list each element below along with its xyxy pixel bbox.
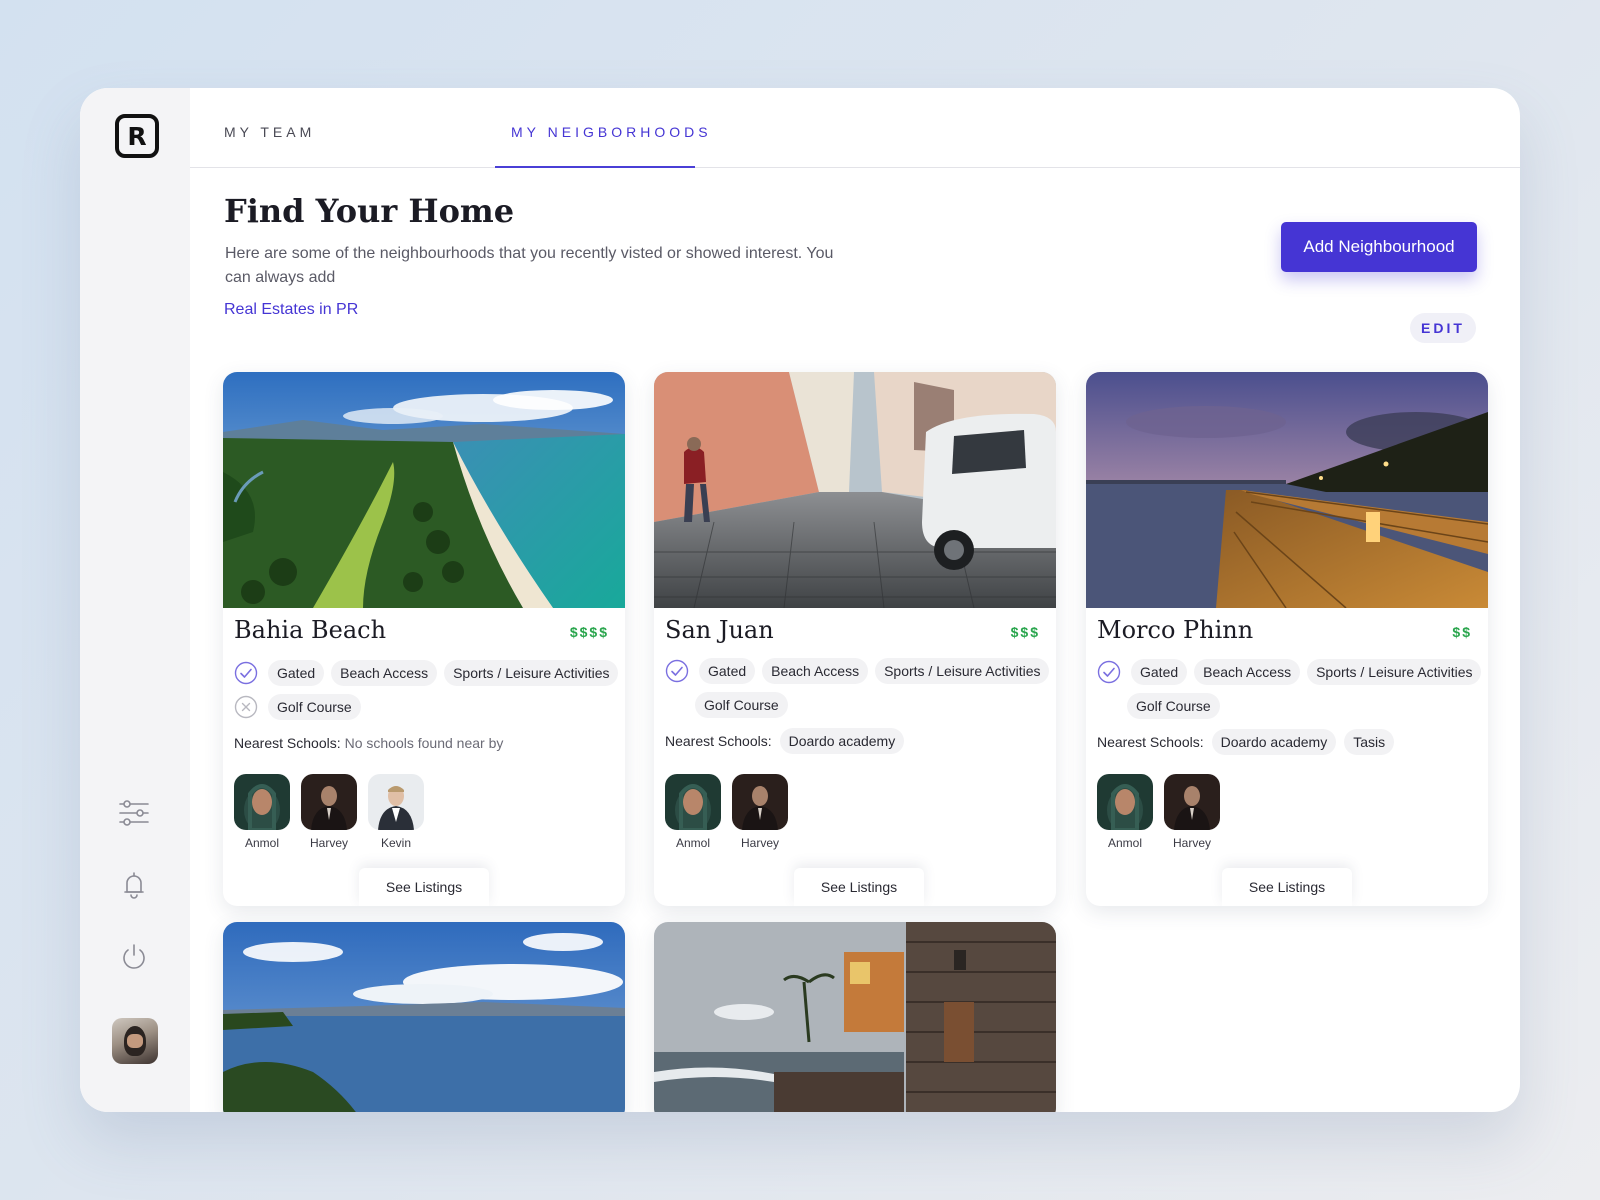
price-level: $$: [1452, 624, 1472, 640]
agent[interactable]: Harvey: [301, 774, 357, 850]
agent-name: Anmol: [244, 836, 279, 850]
tab-my-team[interactable]: MY TEAM: [224, 124, 315, 140]
cross-icon: [234, 695, 258, 719]
neighbourhood-card: [654, 922, 1056, 1112]
nearest-schools: Nearest Schools: No schools found near b…: [234, 735, 503, 751]
school-chip: Doardo academy: [1211, 729, 1337, 755]
agent-list: Anmol Harvey Kevin: [234, 774, 424, 850]
agent-photo-anmol: [665, 774, 721, 830]
nearest-schools: Nearest Schools: Doardo academy Tasis: [1097, 729, 1395, 755]
logo[interactable]: R: [115, 114, 159, 158]
card-image: [223, 922, 625, 1112]
amenity-chip: Beach Access: [1194, 659, 1301, 685]
page-description: Here are some of the neighbourhoods that…: [225, 245, 834, 286]
card-image: [654, 372, 1056, 608]
user-avatar[interactable]: [112, 1018, 158, 1064]
neighbourhood-card: San Juan $$$ Gated Beach Access Sports /…: [654, 372, 1056, 906]
agent-name: Harvey: [309, 836, 348, 850]
agent-name: Kevin: [380, 836, 412, 850]
sidebar: R: [80, 88, 190, 1112]
see-listings-button[interactable]: See Listings: [1222, 868, 1352, 906]
aerial-beach-golf-image: [223, 372, 625, 608]
agent[interactable]: Harvey: [732, 774, 788, 850]
bay-view-image: [223, 922, 625, 1112]
neighbourhood-card: Bahia Beach $$$$ Gated Beach Access Spor…: [223, 372, 625, 906]
real-estates-link[interactable]: Real Estates in PR: [224, 301, 358, 319]
boardwalk-sunset-image: [1086, 372, 1488, 608]
agent-list: Anmol Harvey: [1097, 774, 1220, 850]
agent-list: Anmol Harvey: [665, 774, 788, 850]
agent[interactable]: Anmol: [665, 774, 721, 850]
power-icon[interactable]: [117, 940, 151, 974]
amenity-chip: Sports / Leisure Activities: [444, 660, 619, 686]
card-title: Morco Phinn: [1097, 616, 1254, 644]
agent[interactable]: Anmol: [234, 774, 290, 850]
amenity-chip: Beach Access: [331, 660, 438, 686]
check-icon: [665, 659, 689, 683]
tab-bar: MY TEAM MY NEIGBORHOODS: [190, 88, 1520, 168]
agent[interactable]: Harvey: [1164, 774, 1220, 850]
app-window: R MY TEAM MY NEIGBORHOODS Find Your Home…: [80, 88, 1520, 1112]
schools-label: Nearest Schools:: [665, 733, 772, 749]
agent-photo-anmol: [1097, 774, 1153, 830]
amenity-chip: Gated: [1131, 659, 1188, 685]
agent-photo-harvey: [301, 774, 357, 830]
amenity-chip: Sports / Leisure Activities: [1307, 659, 1482, 685]
agent-name: Anmol: [1107, 836, 1142, 850]
agent-photo-harvey: [1164, 774, 1220, 830]
schools-label: Nearest Schools:: [234, 735, 341, 751]
amenity-chip: Beach Access: [762, 658, 869, 684]
agent[interactable]: Anmol: [1097, 774, 1153, 850]
agent[interactable]: Kevin: [368, 774, 424, 850]
amenities-row: Gated Beach Access Sports / Leisure Acti…: [665, 658, 1050, 684]
see-listings-button[interactable]: See Listings: [794, 868, 924, 906]
neighbourhood-card: Morco Phinn $$ Gated Beach Access Sports…: [1086, 372, 1488, 906]
card-image: [654, 922, 1056, 1112]
agent-name: Harvey: [740, 836, 779, 850]
edit-button[interactable]: EDIT: [1410, 313, 1476, 343]
nearest-schools: Nearest Schools: Doardo academy: [665, 728, 905, 754]
amenities-row: Gated Beach Access Sports / Leisure Acti…: [1097, 659, 1482, 685]
amenities-row: Golf Course: [234, 694, 361, 720]
amenity-chip: Golf Course: [1127, 693, 1220, 719]
page-title: Find Your Home: [224, 192, 515, 230]
agent-photo-kevin: [368, 774, 424, 830]
active-tab-indicator: [495, 166, 695, 168]
tab-my-neighborhoods[interactable]: MY NEIGBORHOODS: [511, 124, 712, 140]
amenities-row: Golf Course: [695, 692, 788, 718]
card-image: [223, 372, 625, 608]
amenity-chip: Gated: [268, 660, 325, 686]
amenity-chip: Gated: [699, 658, 756, 684]
cobblestone-street-image: [654, 372, 1056, 608]
card-title: Bahia Beach: [234, 616, 387, 644]
coastal-houses-image: [654, 922, 1056, 1112]
check-icon: [234, 661, 258, 685]
card-title: San Juan: [665, 616, 774, 644]
agent-photo-harvey: [732, 774, 788, 830]
check-icon: [1097, 660, 1121, 684]
price-level: $$$: [1010, 624, 1040, 640]
price-level: $$$$: [569, 624, 609, 640]
schools-label: Nearest Schools:: [1097, 734, 1204, 750]
bell-icon[interactable]: [117, 868, 151, 902]
neighbourhood-card: [223, 922, 625, 1112]
sliders-icon[interactable]: [117, 796, 151, 830]
agent-name: Harvey: [1172, 836, 1211, 850]
amenity-chip: Golf Course: [695, 692, 788, 718]
add-neighbourhood-button[interactable]: Add Neighbourhood: [1281, 222, 1477, 272]
agent-name: Anmol: [675, 836, 710, 850]
amenities-row: Gated Beach Access Sports / Leisure Acti…: [234, 660, 619, 686]
amenities-row: Golf Course: [1127, 693, 1220, 719]
amenity-chip: Sports / Leisure Activities: [875, 658, 1050, 684]
agent-photo-anmol: [234, 774, 290, 830]
schools-empty-text: No schools found near by: [344, 735, 504, 751]
card-image: [1086, 372, 1488, 608]
amenity-chip: Golf Course: [268, 694, 361, 720]
see-listings-button[interactable]: See Listings: [359, 868, 489, 906]
school-chip: Doardo academy: [779, 728, 905, 754]
school-chip: Tasis: [1344, 729, 1395, 755]
